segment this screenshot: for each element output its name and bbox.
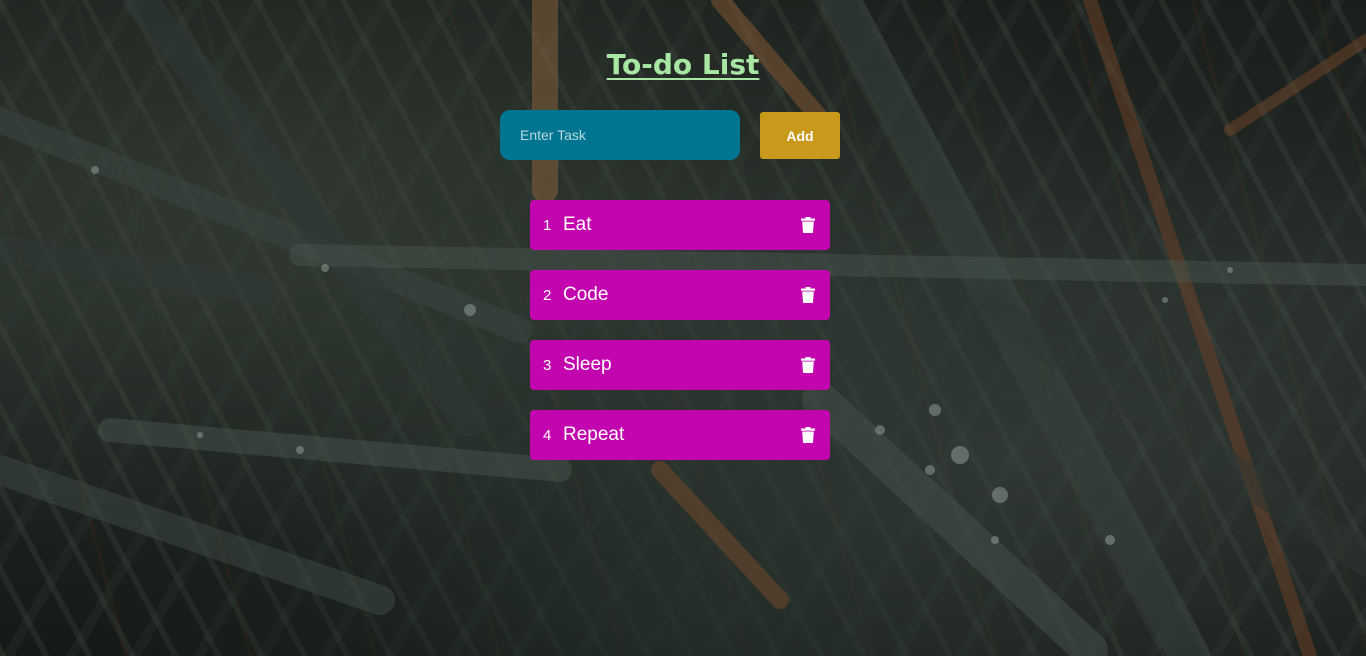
- trash-icon: [801, 287, 815, 303]
- delete-button[interactable]: [798, 214, 818, 236]
- delete-button[interactable]: [798, 424, 818, 446]
- add-button[interactable]: Add: [760, 112, 840, 159]
- task-text: Code: [563, 284, 609, 305]
- task-text: Eat: [563, 214, 592, 235]
- task-item: 4 Repeat: [530, 410, 830, 460]
- trash-icon: [801, 427, 815, 443]
- trash-icon: [801, 357, 815, 373]
- task-text: Sleep: [563, 354, 612, 375]
- delete-button[interactable]: [798, 354, 818, 376]
- task-number: 1: [543, 216, 552, 234]
- todo-app: To-do List Add 1 Eat 2 Code: [0, 0, 1366, 656]
- task-list: 1 Eat 2 Code 3 Sleep 4 Repeat: [530, 200, 830, 480]
- trash-icon: [801, 217, 815, 233]
- page-title: To-do List: [606, 48, 760, 81]
- task-number: 4: [543, 426, 552, 444]
- delete-button[interactable]: [798, 284, 818, 306]
- task-number: 2: [543, 286, 552, 304]
- task-item: 3 Sleep: [530, 340, 830, 390]
- task-input[interactable]: [500, 110, 740, 160]
- task-number: 3: [543, 356, 552, 374]
- task-item: 2 Code: [530, 270, 830, 320]
- task-item: 1 Eat: [530, 200, 830, 250]
- task-text: Repeat: [563, 424, 625, 445]
